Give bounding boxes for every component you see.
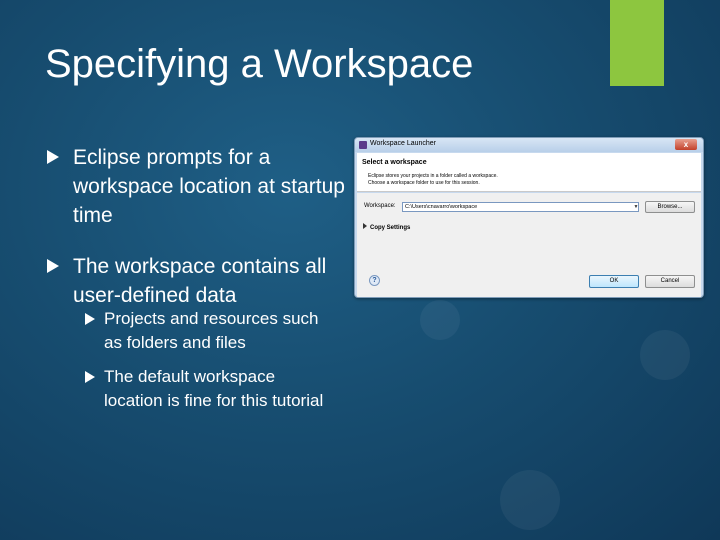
dialog-header: Select a workspace Eclipse stores your p… bbox=[357, 153, 701, 192]
sub-bullet-text: The default workspace location is fine f… bbox=[104, 367, 324, 410]
accent-block bbox=[610, 0, 664, 86]
bullet-arrow-icon bbox=[85, 371, 95, 383]
dialog-titlebar: Workspace Launcher x bbox=[355, 138, 703, 152]
background-bokeh bbox=[640, 330, 690, 380]
sub-bullet-item: Projects and resources such as folders a… bbox=[85, 307, 335, 355]
bullet-item: The workspace contains all user-defined … bbox=[45, 252, 345, 310]
slide-title: Specifying a Workspace bbox=[45, 42, 474, 86]
dialog-header-title: Select a workspace bbox=[362, 159, 427, 166]
sub-bullet-text: Projects and resources such as folders a… bbox=[104, 309, 319, 352]
browse-button[interactable]: Browse... bbox=[645, 201, 695, 213]
close-button[interactable]: x bbox=[675, 139, 697, 150]
dialog-header-description: Eclipse stores your projects in a folder… bbox=[368, 173, 618, 187]
copy-settings-toggle[interactable]: Copy Settings bbox=[363, 223, 410, 231]
chevron-down-icon[interactable]: ▼ bbox=[633, 203, 639, 211]
dialog-body: Workspace: C:\Users\cnavarro\workspace ▼… bbox=[357, 193, 701, 297]
expand-arrow-icon bbox=[363, 223, 367, 229]
description-line: Eclipse stores your projects in a folder… bbox=[368, 173, 498, 179]
bullet-arrow-icon bbox=[85, 313, 95, 325]
bullet-arrow-icon bbox=[47, 150, 59, 164]
copy-settings-label: Copy Settings bbox=[370, 225, 411, 231]
workspace-label: Workspace: bbox=[364, 203, 396, 209]
ok-button[interactable]: OK bbox=[589, 275, 639, 288]
bullet-item: Eclipse prompts for a workspace location… bbox=[45, 143, 345, 230]
background-bokeh bbox=[420, 300, 460, 340]
eclipse-icon bbox=[359, 141, 367, 149]
workspace-launcher-dialog: Workspace Launcher x Select a workspace … bbox=[354, 137, 704, 298]
sub-bullet-item: The default workspace location is fine f… bbox=[85, 365, 335, 413]
workspace-combo-input[interactable]: C:\Users\cnavarro\workspace bbox=[402, 202, 639, 212]
background-bokeh bbox=[500, 470, 560, 530]
bullet-text: The workspace contains all user-defined … bbox=[73, 255, 327, 307]
bullet-arrow-icon bbox=[47, 259, 59, 273]
bullet-list: Eclipse prompts for a workspace location… bbox=[45, 143, 345, 332]
description-line: Choose a workspace folder to use for thi… bbox=[368, 180, 480, 186]
help-icon[interactable]: ? bbox=[369, 275, 380, 286]
sub-bullet-list: Projects and resources such as folders a… bbox=[85, 307, 335, 423]
cancel-button[interactable]: Cancel bbox=[645, 275, 695, 288]
dialog-title: Workspace Launcher bbox=[370, 140, 437, 147]
bullet-text: Eclipse prompts for a workspace location… bbox=[73, 146, 345, 227]
